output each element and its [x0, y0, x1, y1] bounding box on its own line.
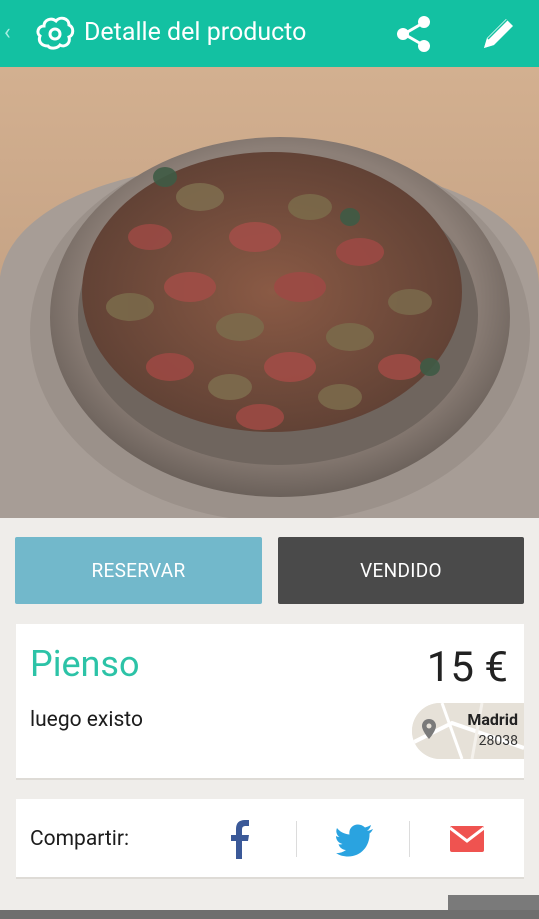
product-name: Pienso [30, 643, 140, 685]
share-label: Compartir: [30, 827, 130, 851]
product-photo[interactable] [0, 67, 539, 518]
dog-food-bowl-image [0, 67, 539, 518]
product-price: 15 € [426, 643, 508, 692]
pencil-icon[interactable] [476, 12, 520, 56]
product-card: Pienso 15 € luego existo Madrid 28038 [16, 624, 524, 780]
divider [409, 821, 410, 857]
app-bar: ‹ Detalle del producto [0, 0, 539, 67]
cloud-logo-icon[interactable] [35, 14, 75, 52]
facebook-icon[interactable] [228, 819, 252, 859]
chevron-left-icon[interactable]: ‹ [4, 20, 18, 46]
product-description: luego existo [30, 708, 143, 732]
map-pin-icon [422, 719, 436, 739]
twitter-icon[interactable] [336, 819, 374, 859]
page-title: Detalle del producto [84, 18, 307, 47]
share-card: Compartir: [16, 799, 524, 879]
sold-button[interactable]: VENDIDO [278, 537, 524, 604]
bottom-bar [0, 910, 539, 919]
location-map[interactable]: Madrid 28038 [412, 703, 524, 759]
divider [296, 821, 297, 857]
location-zip: 28038 [478, 733, 518, 749]
reserve-button[interactable]: RESERVAR [15, 537, 262, 604]
email-icon[interactable] [450, 819, 484, 859]
share-icon[interactable] [394, 14, 434, 54]
location-city: Madrid [467, 710, 518, 729]
